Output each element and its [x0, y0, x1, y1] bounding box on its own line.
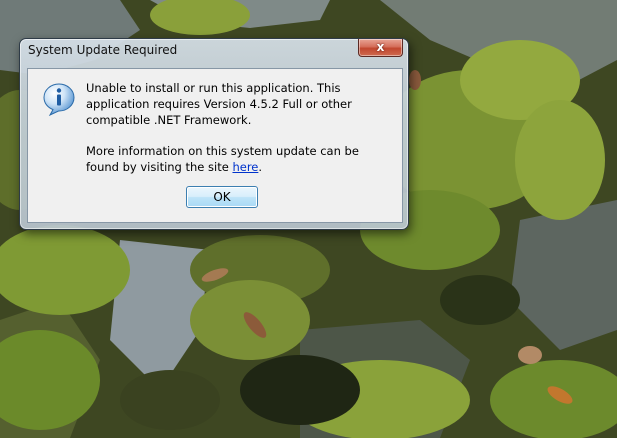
information-icon: [43, 83, 75, 116]
dialog-client-area: Unable to install or run this applicatio…: [27, 68, 403, 223]
close-icon: x: [376, 40, 385, 54]
dialog-title: System Update Required: [28, 43, 178, 57]
dialog-titlebar[interactable]: System Update Required x: [20, 39, 408, 61]
system-update-dialog: System Update Required x Unable to insta…: [19, 38, 409, 230]
message-info-suffix: .: [258, 160, 263, 174]
ok-button[interactable]: OK: [186, 186, 258, 208]
message-info-prefix: More information on this system update c…: [86, 144, 359, 174]
message-error-text: Unable to install or run this applicatio…: [86, 81, 352, 127]
here-link[interactable]: here: [232, 160, 258, 174]
close-button[interactable]: x: [358, 39, 403, 57]
message-info-text: More information on this system update c…: [86, 143, 391, 175]
dialog-message: Unable to install or run this applicatio…: [86, 80, 391, 175]
